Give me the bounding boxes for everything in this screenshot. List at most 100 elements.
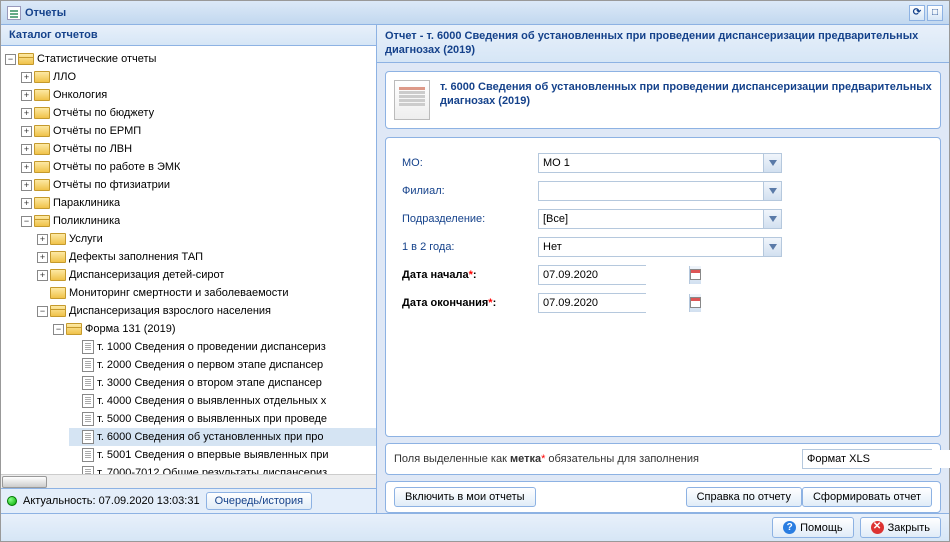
folder-open-icon [18, 53, 34, 65]
document-icon [82, 466, 94, 474]
freq-label: 1 в 2 года: [402, 241, 538, 253]
report-help-button[interactable]: Справка по отчету [686, 487, 802, 507]
close-icon: ✕ [871, 521, 884, 534]
branch-input[interactable] [539, 182, 763, 200]
expand-icon[interactable]: + [21, 108, 32, 119]
mo-combo[interactable] [538, 153, 782, 173]
expand-icon[interactable]: + [21, 126, 32, 137]
tree-node[interactable]: +Отчёты по фтизиатрии [21, 176, 376, 194]
required-note: Поля выделенные как метка* обязательны д… [385, 443, 941, 475]
expand-icon[interactable]: + [21, 180, 32, 191]
expand-icon[interactable]: + [37, 252, 48, 263]
folder-open-icon [50, 305, 66, 317]
expand-icon[interactable]: + [21, 162, 32, 173]
calendar-icon[interactable] [689, 266, 701, 284]
tree-node-label: Диспансеризация детей-сирот [69, 269, 224, 281]
chevron-down-icon[interactable] [763, 182, 781, 200]
tree-node-label: т. 5000 Сведения о выявленных при провед… [97, 413, 327, 425]
calendar-icon[interactable] [689, 294, 701, 312]
tree-node[interactable]: Мониторинг смертности и заболеваемости [37, 284, 376, 302]
date-to-label: Дата окончания*: [402, 297, 538, 309]
expand-icon[interactable]: + [21, 198, 32, 209]
tree-node[interactable]: +Онкология [21, 86, 376, 104]
tree-node-label: Параклиника [53, 197, 120, 209]
tree-node[interactable]: т. 7000-7012 Общие результаты диспансери… [69, 464, 376, 474]
folder-icon [50, 287, 66, 299]
dept-combo[interactable] [538, 209, 782, 229]
tree-node[interactable]: −Диспансеризация взрослого населения [37, 302, 376, 320]
collapse-icon[interactable]: − [53, 324, 64, 335]
chevron-down-icon[interactable] [763, 210, 781, 228]
queue-history-button[interactable]: Очередь/история [206, 492, 313, 510]
collapse-icon[interactable]: − [37, 306, 48, 317]
date-from-input[interactable] [539, 266, 689, 284]
collapse-icon[interactable]: − [21, 216, 32, 227]
catalog-header: Каталог отчетов [1, 25, 376, 46]
format-input[interactable] [803, 450, 950, 468]
tree-node[interactable]: +Дефекты заполнения ТАП [37, 248, 376, 266]
expand-icon[interactable]: + [37, 270, 48, 281]
window-footer: ?Помощь ✕Закрыть [1, 513, 949, 541]
tree-node[interactable]: + Диспансеризация детей-сирот [37, 266, 376, 284]
tree-node[interactable]: т. 3000 Сведения о втором этапе диспансе… [69, 374, 376, 392]
tree-node[interactable]: +Отчёты по ЛВН [21, 140, 376, 158]
tree-spacer [69, 360, 80, 371]
tree-node[interactable]: +ЛЛО [21, 68, 376, 86]
tree-node-label: Отчёты по работе в ЭМК [53, 161, 180, 173]
date-from-field[interactable] [538, 265, 646, 285]
report-tree[interactable]: − Статистические отчеты +ЛЛО+Онкология+О… [1, 46, 376, 474]
chevron-down-icon[interactable] [763, 154, 781, 172]
format-combo[interactable] [802, 449, 932, 469]
folder-icon [34, 143, 50, 155]
tree-spacer [37, 288, 48, 299]
tree-node[interactable]: +Отчёты по ЕРМП [21, 122, 376, 140]
report-form: МО: Филиал: Подразделение: [385, 137, 941, 437]
date-to-field[interactable] [538, 293, 646, 313]
expand-icon[interactable]: + [21, 144, 32, 155]
tree-node[interactable]: − Поликлиника [21, 212, 376, 230]
mo-input[interactable] [539, 154, 763, 172]
collapse-icon[interactable]: − [5, 54, 16, 65]
expand-icon[interactable]: + [37, 234, 48, 245]
tree-spacer [69, 414, 80, 425]
tree-node[interactable]: + Отчёты по работе в ЭМК [21, 158, 376, 176]
tree-node[interactable]: −Форма 131 (2019) [53, 320, 376, 338]
dept-input[interactable] [539, 210, 763, 228]
horizontal-scrollbar[interactable] [1, 474, 376, 488]
tree-node[interactable]: +Отчёты по бюджету [21, 104, 376, 122]
tree-spacer [69, 450, 80, 461]
tree-spacer [69, 342, 80, 353]
tree-node-label: Поликлиника [53, 215, 120, 227]
expand-icon[interactable]: + [21, 90, 32, 101]
tree-node[interactable]: +Услуги [37, 230, 376, 248]
freq-input[interactable] [539, 238, 763, 256]
maximize-button[interactable]: □ [927, 5, 943, 21]
tree-node-label: т. 1000 Сведения о проведении диспансери… [97, 341, 326, 353]
expand-icon[interactable]: + [21, 72, 32, 83]
window-title: Отчеты [25, 7, 66, 19]
document-icon [82, 412, 94, 426]
help-button[interactable]: ?Помощь [772, 517, 854, 538]
chevron-down-icon[interactable] [763, 238, 781, 256]
tree-spacer [69, 432, 80, 443]
window-titlebar: Отчеты ⟳ □ [1, 1, 949, 25]
include-button[interactable]: Включить в мои отчеты [394, 487, 536, 507]
tree-root[interactable]: − Статистические отчеты [5, 50, 376, 68]
generate-button[interactable]: Сформировать отчет [802, 487, 932, 507]
branch-combo[interactable] [538, 181, 782, 201]
date-to-input[interactable] [539, 294, 689, 312]
tree-node[interactable]: т. 2000 Сведения о первом этапе диспансе… [69, 356, 376, 374]
refresh-button[interactable]: ⟳ [909, 5, 925, 21]
tree-node[interactable]: т. 1000 Сведения о проведении диспансери… [69, 338, 376, 356]
folder-icon [34, 89, 50, 101]
tree-node[interactable]: т. 6000 Сведения об установленных при пр… [69, 428, 376, 446]
report-document-icon [394, 80, 430, 120]
freq-combo[interactable] [538, 237, 782, 257]
close-button[interactable]: ✕Закрыть [860, 517, 941, 538]
tree-node[interactable]: + Параклиника [21, 194, 376, 212]
tree-spacer [69, 396, 80, 407]
tree-node[interactable]: т. 5000 Сведения о выявленных при провед… [69, 410, 376, 428]
branch-label: Филиал: [402, 185, 538, 197]
tree-node[interactable]: т. 5001 Сведения о впервые выявленных пр… [69, 446, 376, 464]
tree-node[interactable]: т. 4000 Сведения о выявленных отдельных … [69, 392, 376, 410]
